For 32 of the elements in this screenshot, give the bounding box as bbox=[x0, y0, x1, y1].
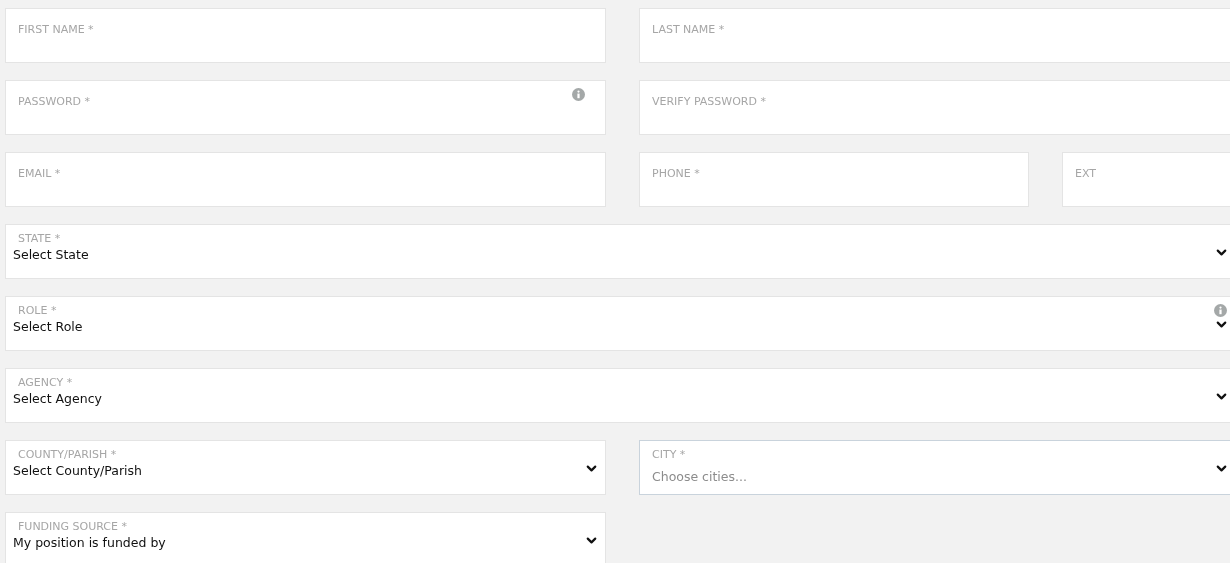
field-label: ROLE * bbox=[17, 303, 57, 318]
select-field[interactable]: ROLE * Select Role bbox=[5, 296, 1230, 351]
field-label: EXT bbox=[1075, 166, 1096, 181]
placeholder-text: Choose cities... bbox=[651, 468, 747, 486]
select-field[interactable]: CITY * Choose cities... bbox=[639, 440, 1230, 495]
input-field[interactable]: FIRST NAME * bbox=[5, 8, 606, 63]
field-label: FUNDING SOURCE * bbox=[17, 519, 127, 534]
field-label: EMAIL * bbox=[18, 166, 61, 181]
select-field[interactable]: STATE * Select State bbox=[5, 224, 1230, 279]
input-field[interactable]: LAST NAME * bbox=[639, 8, 1230, 63]
field-label: STATE * bbox=[17, 231, 61, 246]
input-field[interactable]: EMAIL * bbox=[5, 152, 606, 207]
input-field[interactable]: VERIFY PASSWORD * bbox=[639, 80, 1230, 135]
select-field[interactable]: AGENCY * Select Agency bbox=[5, 368, 1230, 423]
field-label: AGENCY * bbox=[17, 375, 73, 390]
field-label: LAST NAME * bbox=[652, 22, 725, 37]
input-field[interactable]: PHONE * bbox=[639, 152, 1029, 207]
input-field[interactable]: PASSWORD * bbox=[5, 80, 606, 135]
select-value: Select County/Parish bbox=[13, 462, 142, 480]
field-label: COUNTY/PARISH * bbox=[17, 447, 117, 462]
select-value: My position is funded by bbox=[13, 534, 166, 552]
input-field[interactable]: EXT bbox=[1062, 152, 1230, 207]
field-label: FIRST NAME * bbox=[18, 22, 94, 37]
select-value: Select Role bbox=[13, 318, 83, 336]
select-field[interactable]: FUNDING SOURCE * My position is funded by bbox=[5, 512, 606, 563]
field-label: PASSWORD * bbox=[18, 94, 91, 109]
field-label: VERIFY PASSWORD * bbox=[652, 94, 766, 109]
field-label: PHONE * bbox=[652, 166, 700, 181]
select-field[interactable]: COUNTY/PARISH * Select County/Parish bbox=[5, 440, 606, 495]
select-value: Select State bbox=[13, 246, 89, 264]
select-value: Select Agency bbox=[13, 390, 102, 408]
field-label: CITY * bbox=[651, 447, 686, 462]
